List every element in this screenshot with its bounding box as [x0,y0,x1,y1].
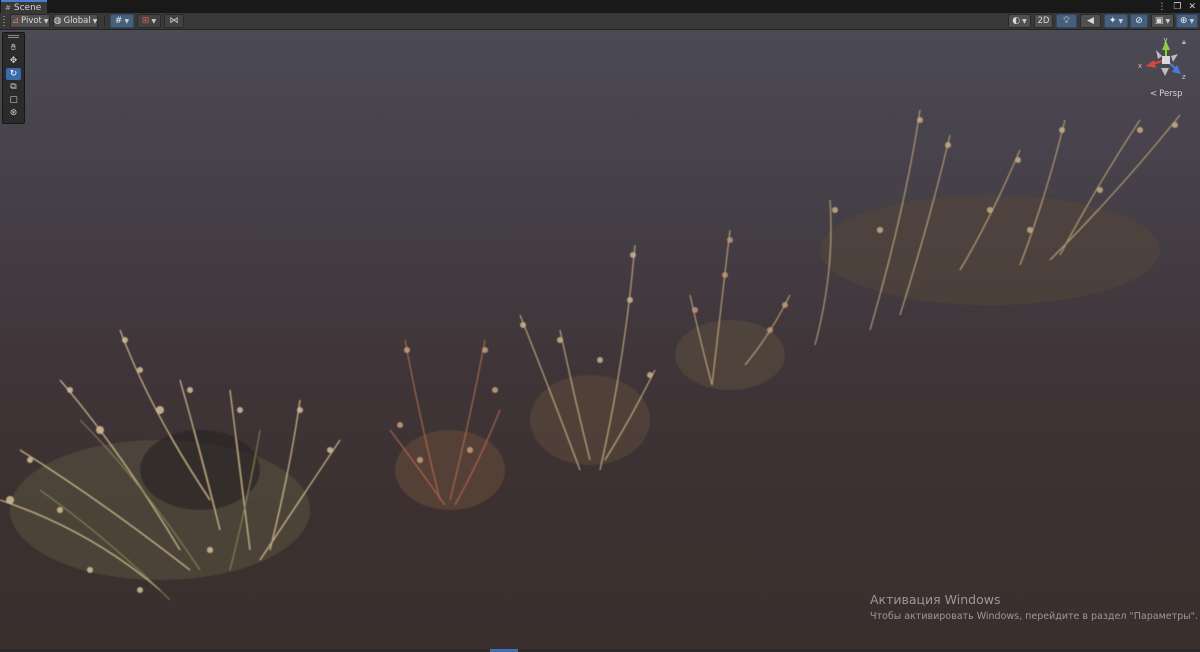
move-tool-button[interactable]: ✥ [6,55,21,67]
transform-icon: ⊛ [9,108,18,118]
toolbar-separator [104,16,105,26]
scene-toolbar: ⊿ Pivot ▼ ◍ Global ▼ # ▼ ⊞ ▼ ⋈ ◐ ▼ 2D 💡︎… [0,13,1200,30]
chevron-down-icon: ▼ [43,17,49,25]
gizmos-dropdown[interactable]: ⊕ ▼ [1176,14,1198,28]
light-bulb-icon: 💡︎ [1063,15,1070,26]
eye-slash-icon: ⊘ [1135,15,1143,26]
gizmo-x-label: x [1138,62,1142,70]
projection-toggle[interactable]: < Persp [1150,89,1183,99]
global-label: Global [63,16,91,26]
align-icon: ⋈ [169,15,179,26]
gizmo-z-label: z [1182,73,1186,81]
grid-snap-toggle[interactable]: # ▼ [110,14,134,28]
scale-icon: ⧉ [10,82,17,92]
gizmo-lock-icon[interactable]: 🔒︎ [1182,38,1186,47]
chevron-down-icon: ▼ [92,17,98,25]
gizmo-y-label: y [1164,36,1168,44]
hand-icon: ✋︎ [10,43,17,53]
chevron-down-icon: ▼ [1118,17,1124,25]
speaker-icon: ◀︎ [1087,15,1094,26]
rect-tool-button[interactable]: ▢ [6,94,21,106]
chevron-down-icon: ▼ [1165,17,1171,25]
perspective-icon: < [1150,89,1158,99]
gizmo-center-cube[interactable] [1162,56,1170,64]
global-dropdown[interactable]: ◍ Global ▼ [53,14,98,28]
effects-icon: ✦ [1108,15,1117,26]
camera-dropdown[interactable]: ▣ ▼ [1151,14,1174,28]
window-tab-bar: # Scene ⋮ ❐ ✕ [0,0,1200,14]
scale-tool-button[interactable]: ⧉ [6,81,21,93]
rotate-icon: ↻ [9,69,18,79]
gizmo-x-cone[interactable] [1146,60,1156,68]
gizmo-globe-icon: ⊕ [1179,15,1188,26]
maximize-icon[interactable]: ❐ [1173,2,1181,12]
grass-clump-middle [519,244,656,471]
camera-icon: ▣ [1154,15,1164,26]
shading-sphere-icon: ◐ [1012,15,1021,26]
pivot-label: Pivot [21,16,42,26]
grass-scene-render [0,109,1181,601]
globe-icon: ◍ [53,15,62,26]
grass-clump-tall-right [814,109,1181,346]
mode-2d-toggle[interactable]: 2D [1034,14,1053,28]
more-options-icon[interactable]: ⋮ [1157,2,1166,12]
chevron-down-icon: ▼ [151,17,157,25]
scene-visibility-toggle[interactable]: ⊘ [1130,14,1148,28]
move-arrows-icon: ✥ [9,56,18,66]
watermark-title: Активация Windows [870,592,1001,607]
snap-icon: ⊞ [141,15,150,26]
grass-clump-red [389,339,505,510]
chevron-down-icon: ▼ [1022,17,1027,25]
draw-mode-dropdown[interactable]: ◐ ▼ [1008,14,1031,28]
window-controls: ⋮ ❐ ✕ [1157,0,1196,13]
toolbar-grip [3,16,5,26]
grid-icon: # [114,15,123,26]
projection-label: Persp [1159,89,1183,99]
windows-activation-watermark: Активация Windows Чтобы активировать Win… [870,592,1198,622]
close-icon[interactable]: ✕ [1188,2,1196,12]
rotate-tool-button[interactable]: ↻ [6,68,21,80]
rect-icon: ▢ [9,95,18,105]
scene-viewport[interactable] [0,30,1200,652]
orientation-gizmo[interactable]: y x z [1138,36,1188,84]
grass-clump-large-left [0,329,341,601]
watermark-subtitle: Чтобы активировать Windows, перейдите в … [870,611,1199,622]
increment-snap-toggle[interactable]: ⊞ ▼ [137,14,161,28]
grass-clump-small [675,229,791,390]
scene-grid-icon: # [5,3,11,12]
pivot-dropdown[interactable]: ⊿ Pivot ▼ [10,14,50,28]
mode-2d-label: 2D [1037,16,1050,26]
transform-tool-button[interactable]: ⊛ [6,107,21,119]
chevron-down-icon: ▼ [124,17,130,25]
tab-scene-label: Scene [13,2,42,13]
align-toggle[interactable]: ⋈ [164,14,184,28]
view-tool-button[interactable]: ✋︎ [6,42,21,54]
chevron-down-icon: ▼ [1189,17,1195,25]
pivot-icon: ⊿ [11,15,20,26]
tool-palette: ✋︎ ✥ ↻ ⧉ ▢ ⊛ [2,32,25,124]
palette-grip[interactable] [8,35,19,38]
audio-toggle[interactable]: ◀︎ [1080,14,1101,28]
tab-scene[interactable]: # Scene [1,0,47,13]
lighting-toggle[interactable]: 💡︎ [1056,14,1077,28]
effects-dropdown[interactable]: ✦ ▼ [1104,14,1128,28]
